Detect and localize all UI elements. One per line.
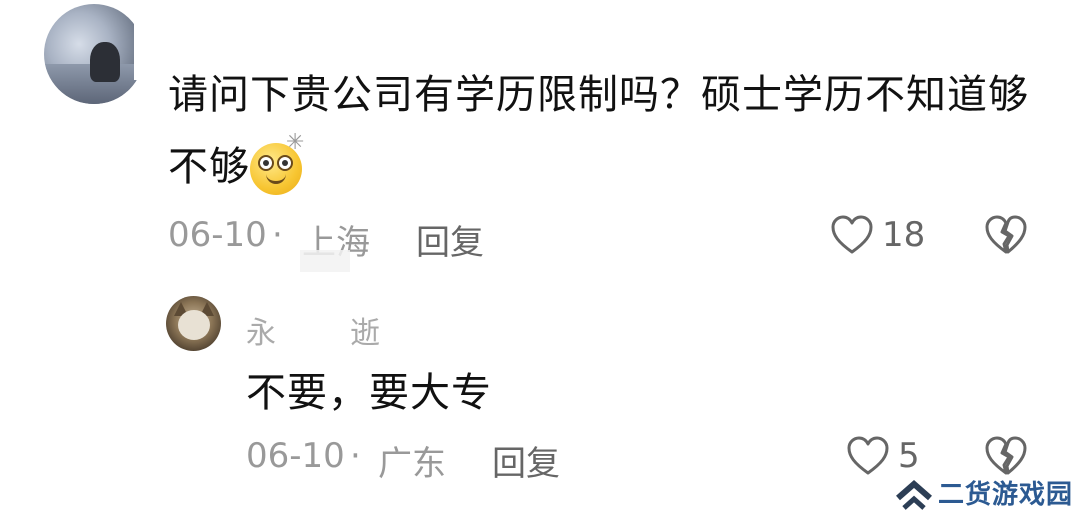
reply-dislike-broken-heart-icon[interactable] — [984, 435, 1028, 477]
watermark-text: 二货游戏园 — [938, 480, 1074, 510]
reply-text: 不要，要大专 — [246, 370, 492, 416]
comment-date: 06-10 — [168, 215, 267, 255]
avatar-rock — [90, 42, 120, 82]
commenter-avatar[interactable] — [44, 4, 144, 104]
dislike-broken-heart-icon[interactable] — [984, 214, 1028, 256]
like-heart-icon[interactable] — [830, 214, 874, 256]
meta-separator: · — [272, 215, 283, 255]
reply-like-count: 5 — [898, 436, 920, 476]
reply-location: 广东 — [378, 444, 446, 484]
reply-like-heart-icon[interactable] — [846, 435, 890, 477]
sparkle-icon: ✳ — [286, 130, 305, 155]
like-count: 18 — [882, 215, 926, 255]
reply-reply-button[interactable]: 回复 — [492, 436, 560, 485]
reply-username-first[interactable]: 永 — [246, 308, 276, 352]
reply-button[interactable]: 回复 — [416, 215, 484, 264]
reply-avatar[interactable] — [166, 296, 221, 351]
reply-username-last[interactable]: 逝 — [350, 308, 380, 352]
comment-text-line1: 请问下贵公司有学历限制吗？硕士学历不知道够 — [168, 72, 1029, 118]
username-redaction — [134, 18, 150, 80]
comment-text-line2: 不够 — [168, 144, 250, 190]
location-redaction — [300, 250, 350, 272]
reply-meta-separator: · — [350, 436, 361, 476]
reply-date: 06-10 — [246, 436, 345, 476]
watermark-logo-icon — [894, 478, 934, 516]
